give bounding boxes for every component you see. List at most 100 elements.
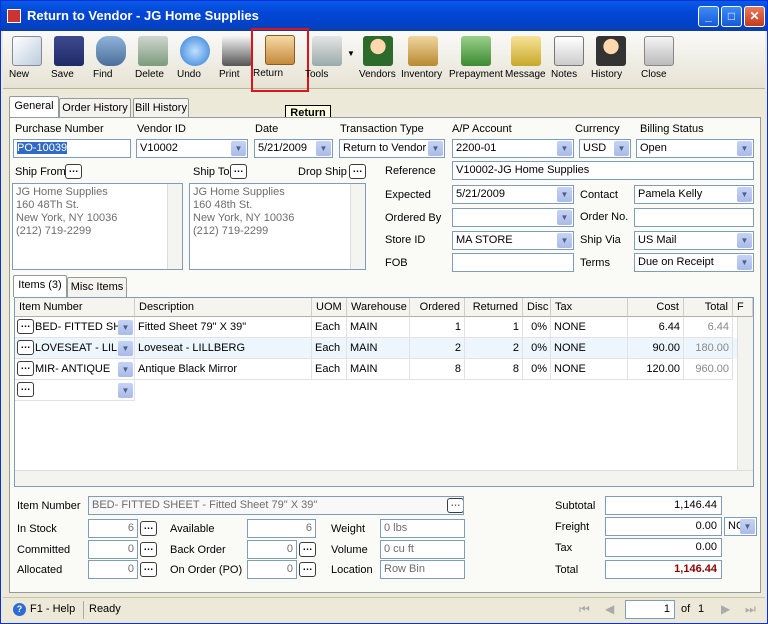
table-row[interactable]: … LOVESEAT - LILLE ▼ Loveseat - LILLBERG E… (15, 338, 753, 359)
ship-via-select[interactable]: US Mail ▼ (634, 231, 754, 250)
tax-cell[interactable]: NONE (551, 359, 628, 380)
tab-misc-items[interactable]: Misc Items (67, 277, 127, 297)
item-lookup-button[interactable]: … (17, 340, 34, 355)
chevron-down-icon[interactable]: ▼ (428, 141, 443, 156)
disc-cell[interactable]: 0% (523, 317, 551, 338)
ship-to-lookup-button[interactable]: … (230, 164, 247, 179)
warehouse-cell[interactable]: MAIN (347, 317, 410, 338)
tax-cell[interactable]: NONE (551, 338, 628, 359)
uom-cell[interactable]: Each (312, 338, 347, 359)
col-uom[interactable]: UOM (312, 298, 347, 317)
tab-items[interactable]: Items (3) (13, 275, 67, 297)
chevron-down-icon[interactable]: ▼ (231, 141, 246, 156)
item-lookup-button[interactable]: … (17, 382, 34, 397)
transaction-type-select[interactable]: Return to Vendor ▼ (339, 139, 445, 158)
on-order-lookup-button[interactable]: … (299, 562, 316, 577)
history-button[interactable]: History (591, 33, 631, 87)
col-tax[interactable]: Tax (551, 298, 628, 317)
prepayment-button[interactable]: Prepayment (449, 33, 503, 87)
col-item-number[interactable]: Item Number (15, 298, 135, 317)
chevron-down-icon[interactable]: ▼ (737, 187, 752, 202)
currency-select[interactable]: USD ▼ (579, 139, 631, 158)
cost-cell[interactable]: 90.00 (628, 338, 684, 359)
item-lookup-button[interactable]: … (17, 361, 34, 376)
tab-bill-history[interactable]: Bill History (133, 98, 189, 118)
reference-field[interactable]: V10002-JG Home Supplies (452, 161, 754, 180)
items-grid[interactable]: Item Number Description UOM Warehouse Or… (14, 297, 754, 487)
tab-general[interactable]: General (9, 96, 59, 118)
ship-to-scrollbar[interactable] (350, 184, 365, 269)
disc-cell[interactable]: 0% (523, 338, 551, 359)
tab-order-history[interactable]: Order History (59, 98, 131, 118)
tools-button[interactable]: Tools (305, 33, 349, 87)
ap-account-select[interactable]: 2200-01 ▼ (452, 139, 574, 158)
maximize-button[interactable]: □ (721, 6, 742, 27)
disc-cell[interactable]: 0% (523, 359, 551, 380)
ordered-by-select[interactable]: ▼ (452, 208, 574, 227)
cost-cell[interactable]: 120.00 (628, 359, 684, 380)
return-button[interactable]: Return (251, 28, 309, 92)
ship-from-scrollbar[interactable] (167, 184, 182, 269)
warehouse-cell[interactable]: MAIN (347, 359, 410, 380)
help-icon[interactable]: ? (13, 603, 26, 616)
inventory-button[interactable]: Inventory (401, 33, 445, 87)
vendor-id-select[interactable]: V10002 ▼ (136, 139, 248, 158)
chevron-down-icon[interactable]: ▼ (557, 187, 572, 202)
warehouse-cell[interactable]: MAIN (347, 338, 410, 359)
ordered-cell[interactable]: 8 (410, 359, 465, 380)
ship-from-lookup-button[interactable]: … (65, 164, 82, 179)
col-warehouse[interactable]: Warehouse (347, 298, 410, 317)
message-button[interactable]: Message (505, 33, 547, 87)
grid-horizontal-scrollbar[interactable] (15, 470, 753, 486)
tax-cell[interactable]: NONE (551, 317, 628, 338)
minimize-button[interactable]: _ (698, 6, 719, 27)
item-number-cell[interactable]: … BED- FITTED SHE ▼ (15, 317, 135, 338)
notes-button[interactable]: Notes (551, 33, 587, 87)
chevron-down-icon[interactable]: ▼ (557, 141, 572, 156)
page-number-field[interactable]: 1 (625, 600, 675, 619)
last-page-icon[interactable]: ⏭ (745, 602, 756, 617)
uom-cell[interactable]: Each (312, 317, 347, 338)
item-info-lookup-button[interactable]: … (447, 498, 463, 513)
col-disc[interactable]: Disc (523, 298, 551, 317)
date-picker[interactable]: 5/21/2009 ▼ (254, 139, 333, 158)
billing-status-select[interactable]: Open ▼ (636, 139, 754, 158)
col-total[interactable]: Total (684, 298, 733, 317)
close-button[interactable]: Close (641, 33, 677, 87)
ordered-cell[interactable]: 1 (410, 317, 465, 338)
item-number-cell[interactable]: … ▼ (15, 380, 135, 401)
item-number-cell[interactable]: … LOVESEAT - LILLE ▼ (15, 338, 135, 359)
chevron-down-icon[interactable]: ▼ (316, 141, 331, 156)
chevron-down-icon[interactable]: ▼ (118, 320, 133, 335)
store-id-select[interactable]: MA STORE ▼ (452, 231, 574, 250)
back-order-lookup-button[interactable]: … (299, 542, 316, 557)
description-cell[interactable]: Antique Black Mirror (135, 359, 312, 380)
new-button[interactable]: New (9, 33, 45, 87)
delete-button[interactable]: Delete (135, 33, 171, 87)
returned-cell[interactable]: 2 (465, 338, 523, 359)
contact-select[interactable]: Pamela Kelly ▼ (634, 185, 754, 204)
grid-vertical-scrollbar[interactable] (737, 317, 753, 471)
next-page-icon[interactable]: ▶ (721, 602, 730, 616)
tools-dropdown-arrow-icon[interactable]: ▼ (347, 49, 355, 58)
chevron-down-icon[interactable]: ▼ (118, 383, 133, 398)
item-number-cell[interactable]: … MIR- ANTIQUE ▼ (15, 359, 135, 380)
item-lookup-button[interactable]: … (17, 319, 34, 334)
find-button[interactable]: Find (93, 33, 129, 87)
vendors-button[interactable]: Vendors (359, 33, 397, 87)
in-stock-lookup-button[interactable]: … (140, 521, 157, 536)
cost-cell[interactable]: 6.44 (628, 317, 684, 338)
uom-cell[interactable]: Each (312, 359, 347, 380)
purchase-number-field[interactable]: PO-10039 (13, 139, 131, 158)
chevron-down-icon[interactable]: ▼ (614, 141, 629, 156)
print-button[interactable]: Print (219, 33, 255, 87)
col-f[interactable]: F (733, 298, 753, 317)
chevron-down-icon[interactable]: ▼ (118, 362, 133, 377)
chevron-down-icon[interactable]: ▼ (737, 233, 752, 248)
expected-date-picker[interactable]: 5/21/2009 ▼ (452, 185, 574, 204)
prev-page-icon[interactable]: ◀ (605, 602, 614, 616)
fob-field[interactable] (452, 253, 574, 272)
description-cell[interactable]: Loveseat - LILLBERG (135, 338, 312, 359)
committed-lookup-button[interactable]: … (140, 542, 157, 557)
help-text[interactable]: F1 - Help (30, 603, 75, 615)
